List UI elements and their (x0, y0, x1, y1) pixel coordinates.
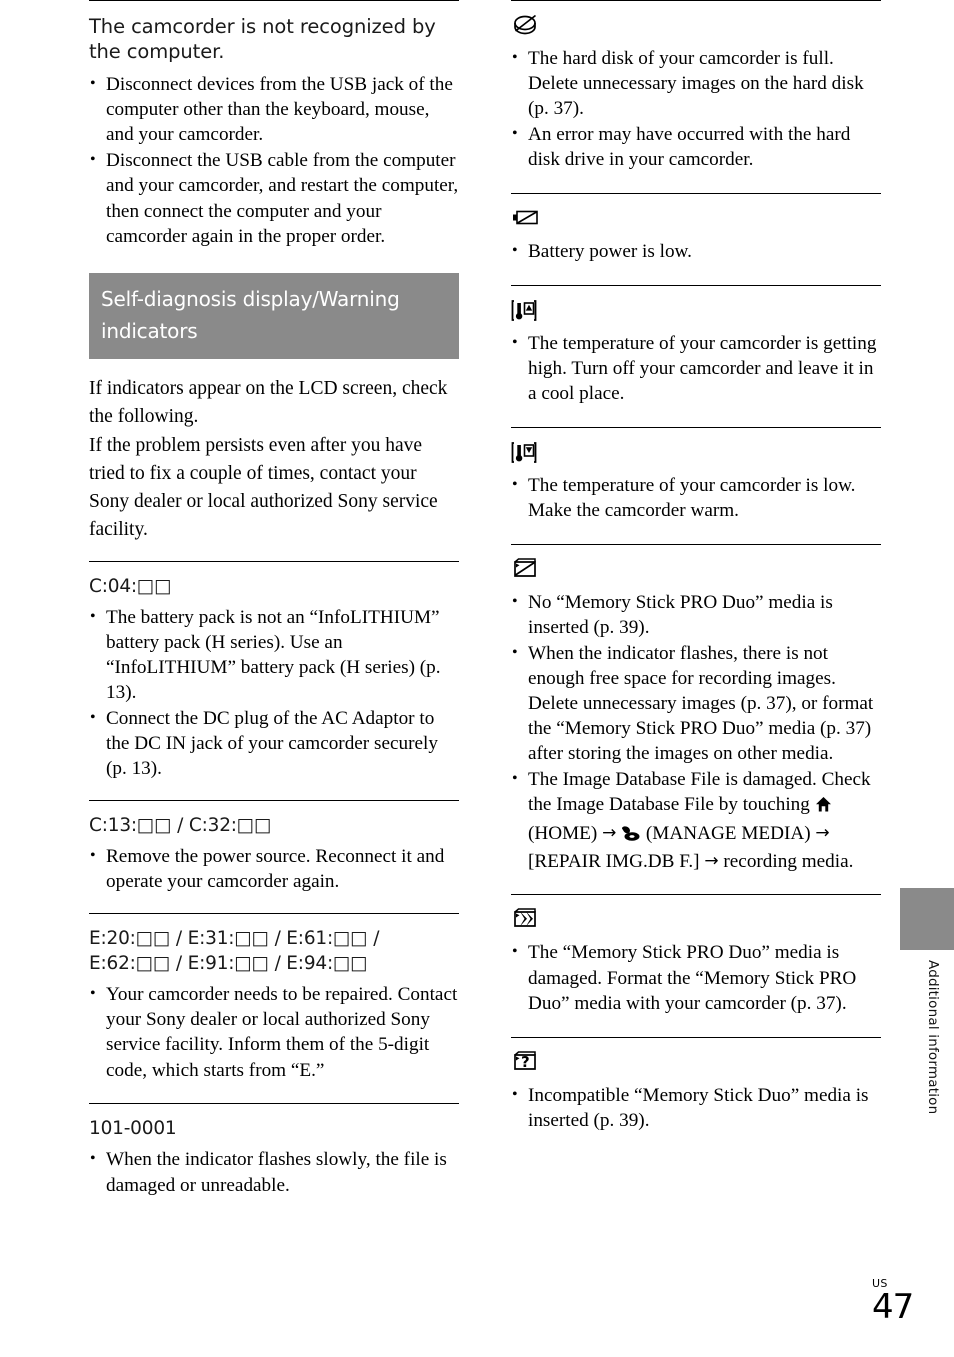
battery-low-icon (511, 207, 881, 235)
list-item: The temperature of your camcorder is get… (511, 330, 881, 407)
arrow-icon-3: → (704, 850, 719, 871)
section-rule (89, 1103, 459, 1105)
section-rule (89, 560, 459, 562)
list-item: Incompatible “Memory Stick Duo” media is… (511, 1082, 881, 1133)
warning-bullet-list: The temperature of your camcorder is get… (511, 330, 881, 407)
list-item: Disconnect devices from the USB jack of … (89, 71, 459, 148)
warning-bullet-list: The “Memory Stick PRO Duo” media is dama… (511, 939, 881, 1016)
warning-bullet-list: Battery power is low. (511, 238, 881, 264)
list-item: Battery power is low. (511, 238, 881, 264)
list-item: Connect the DC plug of the AC Adaptor to… (89, 705, 459, 782)
list-item: Disconnect the USB cable from the comput… (89, 147, 459, 249)
section-rule (511, 193, 881, 195)
list-item: When the indicator flashes, there is not… (511, 640, 881, 767)
warning-bullet-list: No “Memory Stick PRO Duo” media is inser… (511, 589, 881, 874)
section-rule (511, 426, 881, 428)
right-column: The hard disk of your camcorder is full.… (511, 0, 881, 1133)
arrow-icon-2: → (815, 822, 830, 843)
memory-stick-damaged-icon (511, 908, 881, 936)
list-item: Your camcorder needs to be repaired. Con… (89, 981, 459, 1083)
section-rule (89, 0, 459, 1)
section-rule (89, 800, 459, 802)
home-icon (815, 795, 832, 820)
bullet-text-post: [REPAIR IMG.DB F.] (528, 850, 705, 872)
error-code-heading: C:13:□□ / C:32:□□ (89, 815, 272, 837)
warning-bullet-list: The temperature of your camcorder is low… (511, 472, 881, 523)
bullet-text-tail: recording media. (718, 850, 854, 872)
error-bullet-list: Remove the power source. Reconnect it an… (89, 843, 459, 894)
list-item: An error may have occurred with the hard… (511, 121, 881, 172)
section-banner: Self-diagnosis display/Warning indicator… (89, 272, 459, 359)
list-item: Remove the power source. Reconnect it an… (89, 843, 459, 894)
chapter-tab-label: Additional information (925, 960, 941, 1115)
section-rule (511, 894, 881, 896)
error-bullet-list: The battery pack is not an “InfoLITHIUM”… (89, 604, 459, 782)
warning-bullet-list: The hard disk of your camcorder is full.… (511, 45, 881, 173)
list-item: No “Memory Stick PRO Duo” media is inser… (511, 589, 881, 640)
list-item: The temperature of your camcorder is low… (511, 472, 881, 523)
hard-disk-full-icon (511, 14, 881, 42)
document-page: The camcorder is not recognized by the c… (0, 0, 954, 1357)
error-code-heading: E:20:□□ / E:31:□□ / E:61:□□ / E:62:□□ / … (89, 928, 380, 975)
intro-paragraph: If indicators appear on the LCD screen, … (89, 377, 448, 541)
no-memory-stick-icon (511, 557, 881, 586)
page-folio: US 47 (872, 1278, 914, 1327)
manage-media-icon (621, 824, 641, 849)
list-item: The battery pack is not an “InfoLITHIUM”… (89, 604, 459, 706)
svg-text:?: ? (521, 1053, 530, 1071)
chapter-tab-marker (900, 888, 954, 950)
warning-bullet-list: Incompatible “Memory Stick Duo” media is… (511, 1082, 881, 1133)
left-column: The camcorder is not recognized by the c… (89, 0, 459, 1198)
temperature-high-icon (511, 299, 881, 327)
temperature-low-icon (511, 441, 881, 469)
error-bullet-list: Your camcorder needs to be repaired. Con… (89, 981, 459, 1083)
error-bullet-list: When the indicator flashes slowly, the f… (89, 1146, 459, 1197)
error-code-heading: 101-0001 (89, 1118, 177, 1140)
folio-page-number: 47 (872, 1287, 914, 1327)
list-item: The hard disk of your camcorder is full.… (511, 45, 881, 122)
section-rule (511, 0, 881, 1)
question-heading: The camcorder is not recognized by the c… (89, 15, 436, 63)
section-rule (511, 1036, 881, 1038)
list-item: When the indicator flashes slowly, the f… (89, 1146, 459, 1197)
bullet-text-manage: (MANAGE MEDIA) (641, 822, 816, 844)
section-rule (89, 913, 459, 915)
bullet-text-home: (HOME) (528, 822, 603, 844)
section-rule (511, 284, 881, 286)
error-code-heading: C:04:□□ (89, 575, 172, 597)
question-bullet-list: Disconnect devices from the USB jack of … (89, 71, 459, 249)
memory-stick-incompatible-icon: ? (511, 1050, 881, 1079)
arrow-icon-1: → (602, 822, 617, 843)
list-item: The “Memory Stick PRO Duo” media is dama… (511, 939, 881, 1016)
section-rule (511, 543, 881, 545)
list-item-rich: The Image Database File is damaged. Chec… (511, 766, 881, 874)
